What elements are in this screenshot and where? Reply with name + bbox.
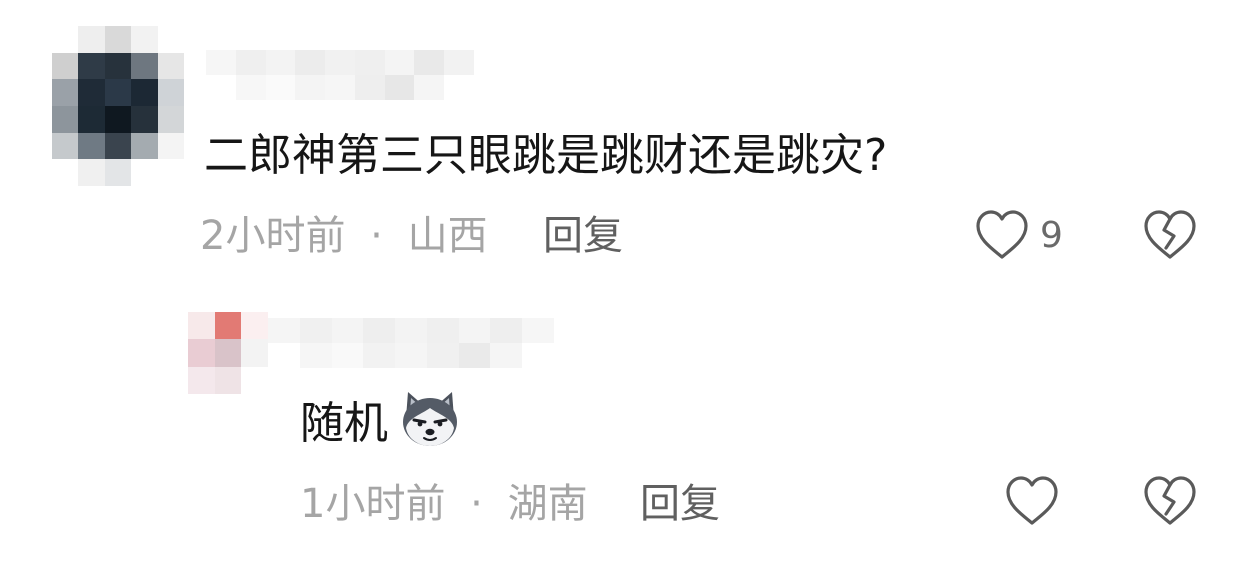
like-count-main: 9	[1040, 215, 1063, 256]
reply-button-main[interactable]: 回复	[543, 216, 623, 256]
meta-separator: ·	[370, 213, 383, 259]
username-reply-blurred[interactable]	[268, 318, 554, 368]
comment-reply-text: 随机	[300, 398, 388, 449]
comment-main-time: 2小时前	[200, 213, 346, 259]
comment-reply-time: 1小时前	[300, 481, 446, 527]
comment-main-text: 二郎神第三只眼跳是跳财还是跳灾?	[204, 130, 888, 181]
heart-outline-icon	[976, 210, 1028, 259]
avatar-main[interactable]	[52, 26, 184, 186]
meta-separator: ·	[470, 481, 483, 527]
comment-reply-meta: 1小时前 · 湖南	[300, 484, 588, 524]
comment-reply-content: 随机	[300, 402, 388, 446]
avatar-reply[interactable]	[188, 312, 268, 394]
like-button-reply[interactable]	[1004, 474, 1060, 528]
husky-dog-emoji	[398, 388, 462, 454]
broken-heart-icon	[1144, 476, 1196, 525]
dislike-button-reply[interactable]	[1142, 474, 1198, 528]
reply-button-reply[interactable]: 回复	[640, 484, 720, 524]
comment-reply-location: 湖南	[507, 481, 588, 527]
username-main-blurred[interactable]	[206, 50, 474, 100]
comment-main-meta: 2小时前 · 山西	[200, 216, 488, 256]
dislike-button-main[interactable]	[1142, 208, 1198, 262]
like-button-main[interactable]	[974, 208, 1030, 262]
broken-heart-icon	[1144, 210, 1196, 259]
comment-main-location: 山西	[407, 213, 488, 259]
comment-thread: 二郎神第三只眼跳是跳财还是跳灾? 2小时前 · 山西 回复 9 随机 1小时前 …	[0, 0, 1260, 577]
heart-outline-icon	[1006, 476, 1058, 525]
